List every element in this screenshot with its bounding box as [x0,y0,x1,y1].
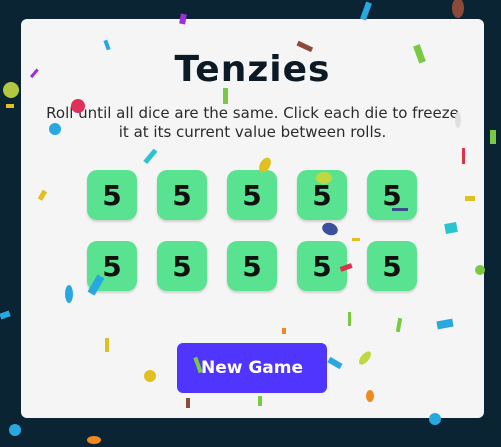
die-9[interactable]: 5 [297,241,347,291]
game-instructions: Roll until all dice are the same. Click … [46,104,459,141]
die-10[interactable]: 5 [367,241,417,291]
die-1[interactable]: 5 [87,170,137,220]
die-7[interactable]: 5 [157,241,207,291]
game-title: Tenzies [174,49,331,90]
die-2[interactable]: 5 [157,170,207,220]
die-6[interactable]: 5 [87,241,137,291]
die-8[interactable]: 5 [227,241,277,291]
dice-grid: 5 5 5 5 5 5 5 5 5 5 [87,170,417,291]
die-3[interactable]: 5 [227,170,277,220]
new-game-button[interactable]: New Game [177,343,327,393]
die-4[interactable]: 5 [297,170,347,220]
game-card: Tenzies Roll until all dice are the same… [21,19,484,418]
die-5[interactable]: 5 [367,170,417,220]
